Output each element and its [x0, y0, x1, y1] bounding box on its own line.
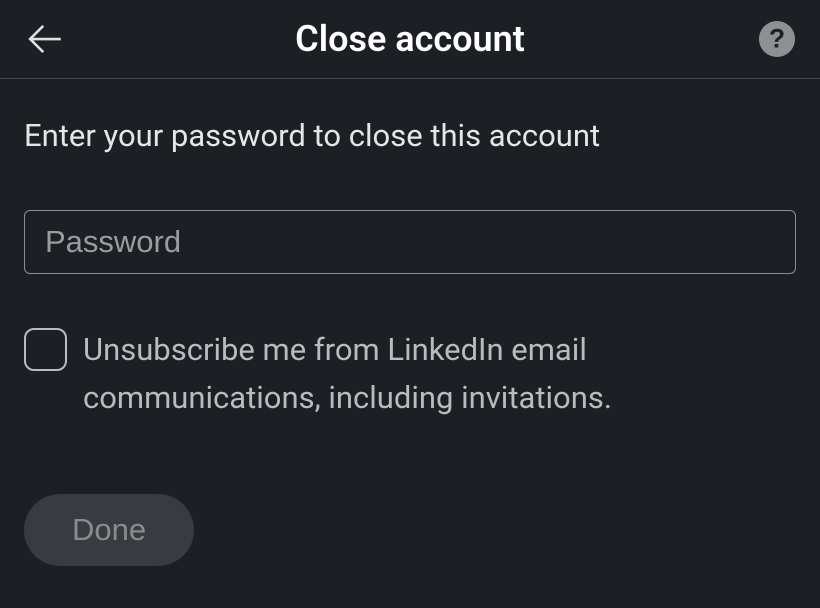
- instruction-text: Enter your password to close this accoun…: [24, 117, 796, 154]
- unsubscribe-label: Unsubscribe me from LinkedIn email commu…: [83, 326, 796, 422]
- content: Enter your password to close this accoun…: [0, 79, 820, 566]
- unsubscribe-row: Unsubscribe me from LinkedIn email commu…: [24, 326, 796, 422]
- unsubscribe-checkbox[interactable]: [24, 328, 67, 371]
- password-field[interactable]: [24, 210, 796, 274]
- arrow-left-icon: [24, 18, 66, 60]
- help-button[interactable]: ?: [758, 20, 796, 58]
- done-button[interactable]: Done: [24, 494, 194, 566]
- svg-text:?: ?: [769, 24, 785, 54]
- back-button[interactable]: [24, 18, 66, 60]
- header: Close account ?: [0, 0, 820, 79]
- page-title: Close account: [295, 18, 525, 60]
- help-icon: ?: [758, 20, 796, 58]
